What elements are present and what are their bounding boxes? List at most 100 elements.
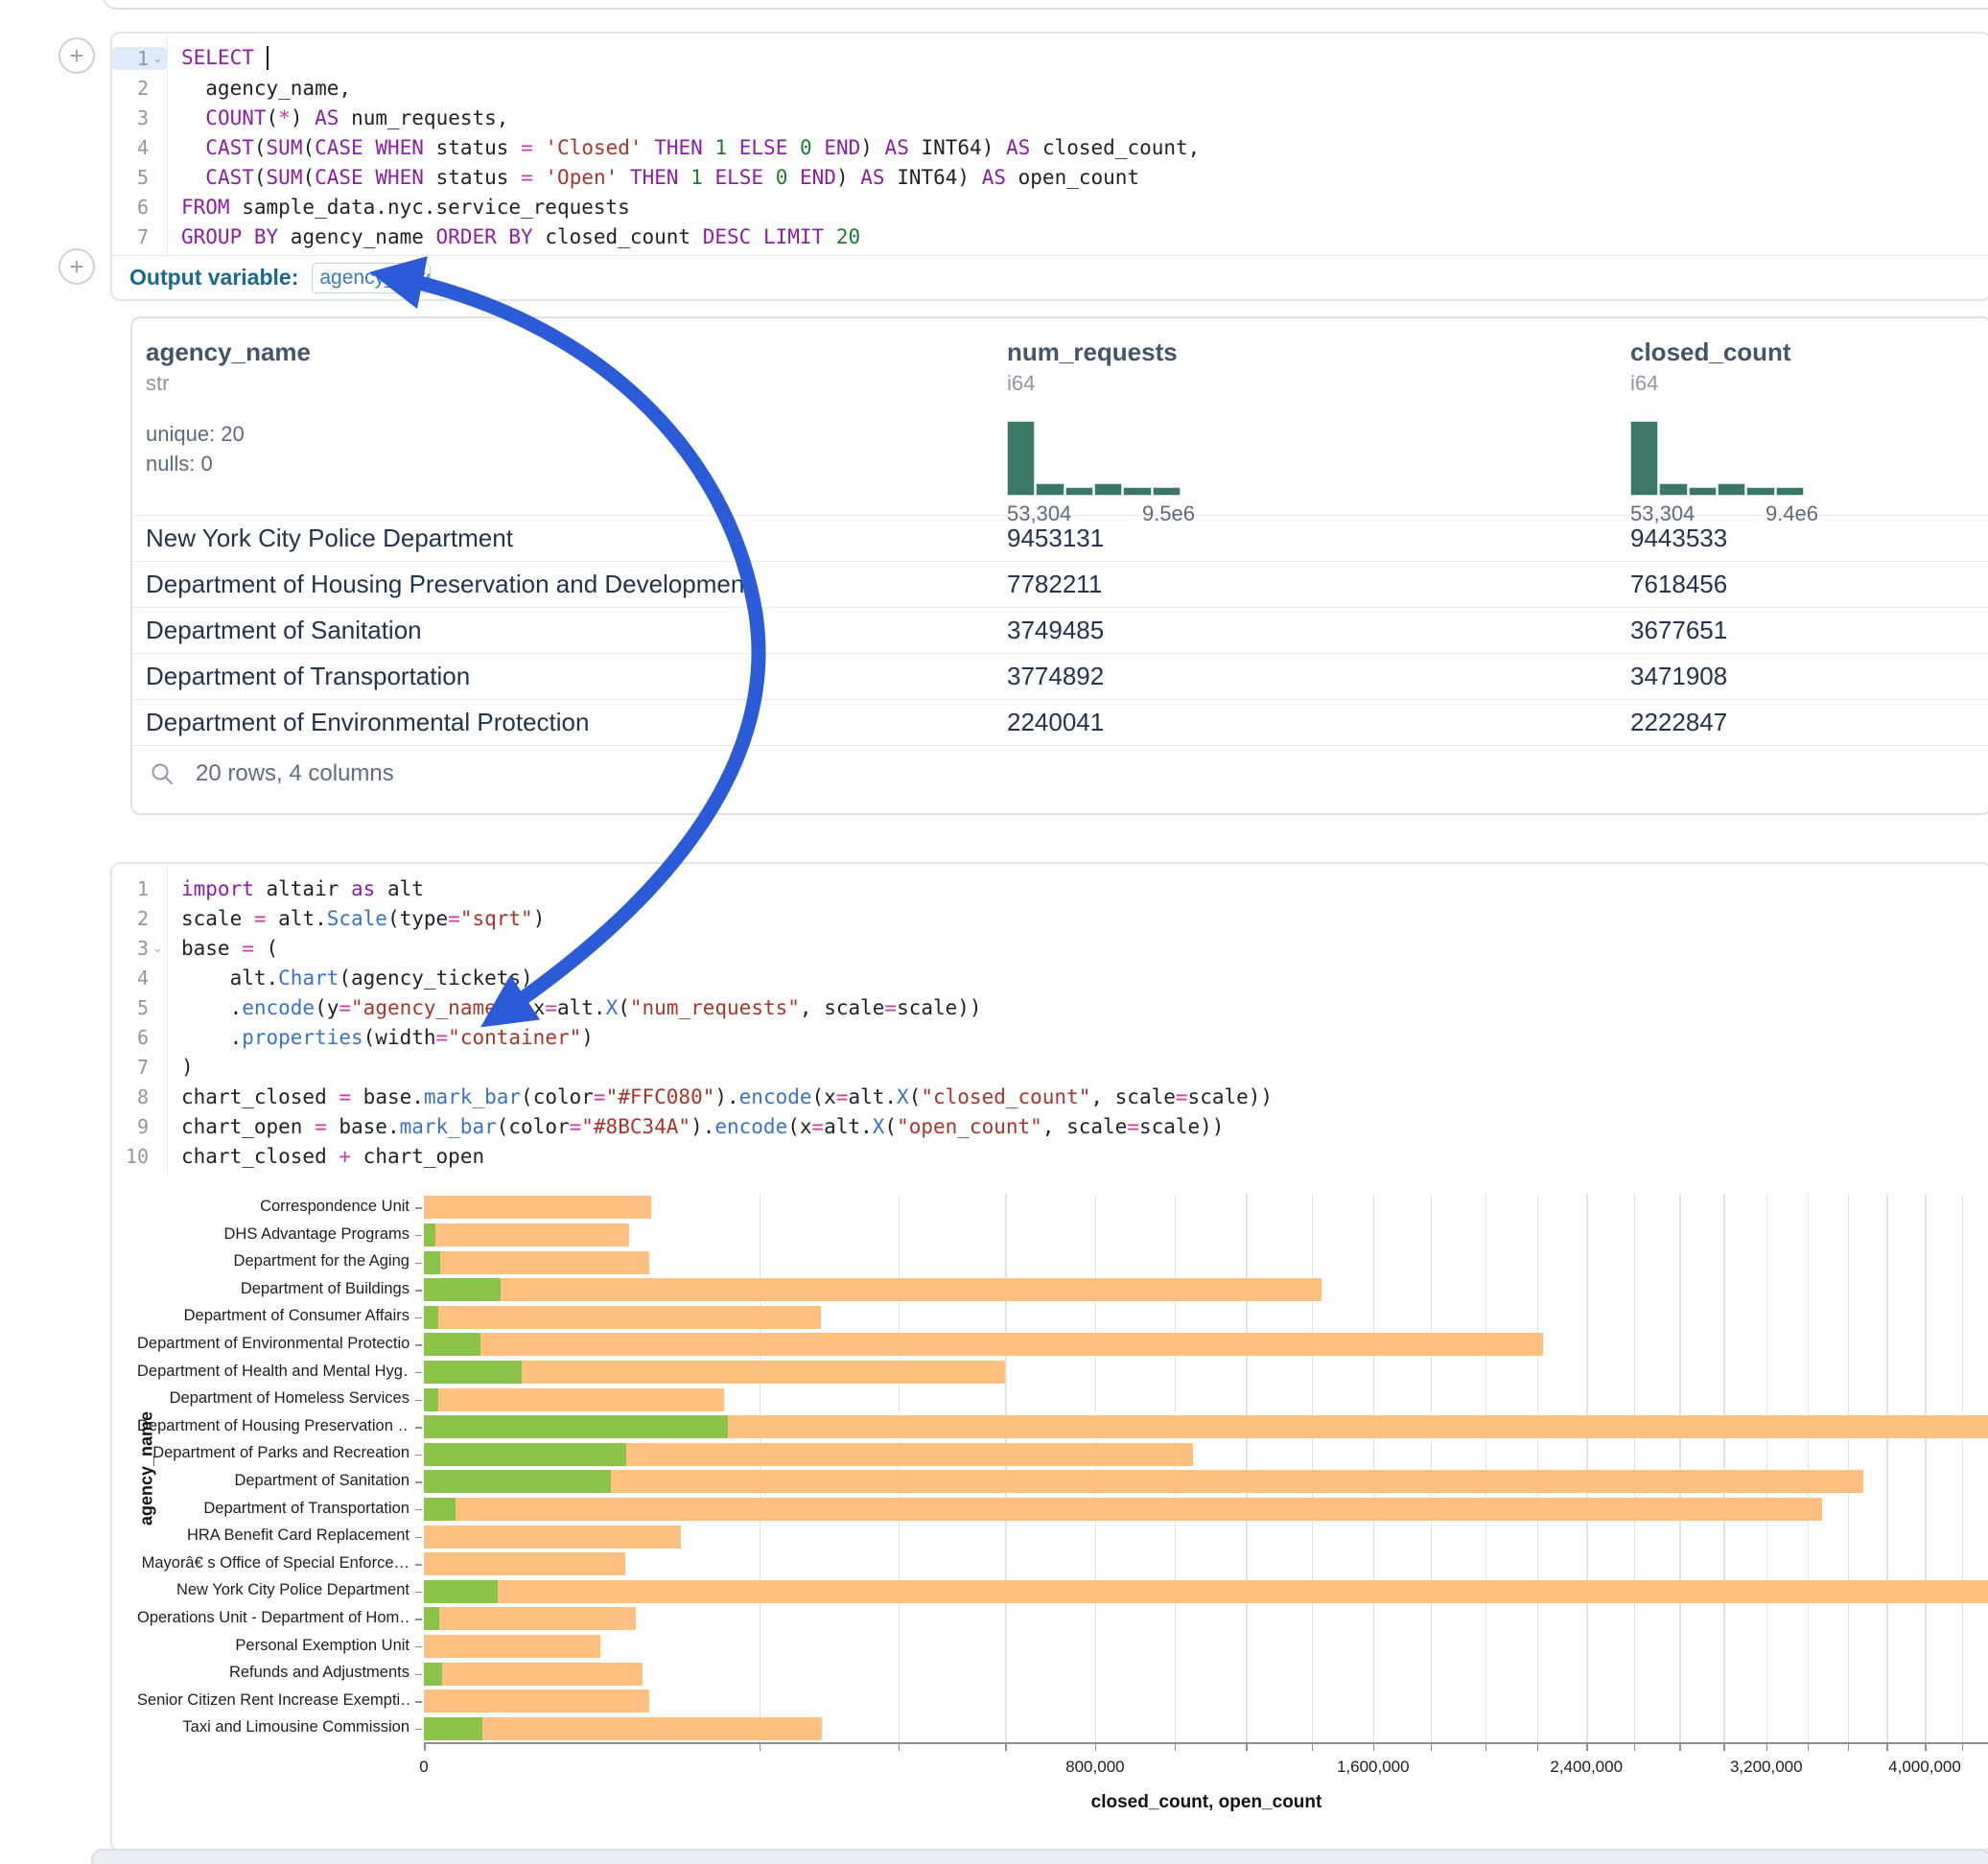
line-number: 4 <box>112 967 149 990</box>
code-token: SELECT <box>181 46 254 69</box>
code-token: FROM <box>181 196 230 219</box>
code-line[interactable]: 3⌄base = ( <box>112 933 1988 963</box>
code-token <box>824 225 836 248</box>
table-row[interactable]: Department of Transportation377489234719… <box>132 653 1988 699</box>
code-token: "num_requests" <box>630 996 800 1019</box>
line-number-gutter[interactable]: 5 <box>112 996 167 1019</box>
code-token: + <box>339 1145 351 1168</box>
add-cell-button-top[interactable]: + <box>58 37 95 74</box>
code-line[interactable]: 1import altair as alt <box>112 874 1988 903</box>
code-line[interactable]: 2scale = alt.Scale(type="sqrt") <box>112 903 1988 933</box>
y-axis-category-label: Department of Consumer Affairs <box>137 1307 409 1325</box>
code-text: alt.Chart(agency_tickets) <box>167 967 533 990</box>
collapsed-next-cell <box>91 1849 1988 1864</box>
code-line[interactable]: 7GROUP BY agency_name ORDER BY closed_co… <box>112 221 1988 251</box>
column-stats: unique: 20nulls: 0 <box>146 419 994 478</box>
line-number-gutter[interactable]: 2 <box>112 907 167 930</box>
code-line[interactable]: 5 CAST(SUM(CASE WHEN status = 'Open' THE… <box>112 162 1988 192</box>
bar-open-count <box>424 1717 482 1740</box>
column-header[interactable]: num_requestsi6453,3049.5e6 <box>994 338 1617 515</box>
gridline <box>760 1194 761 1742</box>
gridline <box>1095 1194 1097 1742</box>
x-axis-line <box>424 1742 1988 1744</box>
x-axis-tick <box>1485 1744 1487 1751</box>
table-cell: Department of Environmental Protection <box>132 708 994 737</box>
code-token: WHEN <box>375 166 424 189</box>
code-line[interactable]: 10chart_closed + chart_open <box>112 1141 1988 1171</box>
line-number-gutter[interactable]: 3⌄ <box>112 937 167 960</box>
column-header[interactable]: agency_namestrunique: 20nulls: 0 <box>132 338 994 515</box>
output-variable-pill[interactable]: agency_tickets <box>312 263 431 293</box>
code-line[interactable]: 8chart_closed = base.mark_bar(color="#FF… <box>112 1082 1988 1111</box>
line-number-gutter[interactable]: 6 <box>112 196 167 219</box>
code-line[interactable]: 2 agency_name, <box>112 73 1988 103</box>
line-number-gutter[interactable]: 1 <box>112 877 167 900</box>
table-row[interactable]: Department of Sanitation37494853677651 <box>132 607 1988 653</box>
table-row[interactable]: Department of Environmental Protection 22… <box>132 699 1988 745</box>
code-token: . <box>181 996 242 1019</box>
line-number-gutter[interactable]: 4 <box>112 967 167 990</box>
line-number-gutter[interactable]: 9 <box>112 1115 167 1138</box>
histogram-bar <box>1746 487 1774 496</box>
code-token <box>618 166 630 189</box>
line-number-gutter[interactable]: 3 <box>112 106 167 129</box>
bar-closed-count <box>424 1196 651 1219</box>
line-number-gutter[interactable]: 7 <box>112 225 167 248</box>
code-token: = <box>884 996 897 1019</box>
code-text: CAST(SUM(CASE WHEN status = 'Open' THEN … <box>167 166 1139 189</box>
sql-code-editor[interactable]: 1⌄ SELECT 2 agency_name,3 COUNT(*) AS num… <box>112 34 1988 257</box>
line-number-gutter[interactable]: 1⌄ <box>112 47 167 70</box>
gridline <box>1848 1194 1850 1742</box>
code-token: open_count <box>1006 166 1139 189</box>
fold-caret-icon[interactable]: ⌄ <box>149 51 167 66</box>
code-token: DESC <box>703 225 752 248</box>
histogram-bar <box>1123 487 1151 496</box>
code-token: = <box>242 937 254 960</box>
code-line[interactable]: 3 COUNT(*) AS num_requests, <box>112 103 1988 132</box>
y-axis-tick <box>415 1207 422 1209</box>
code-line[interactable]: 4 CAST(SUM(CASE WHEN status = 'Closed' T… <box>112 132 1988 162</box>
y-axis-category-label: Operations Unit - Department of Hom… <box>137 1609 409 1627</box>
code-token: (x <box>812 1085 836 1108</box>
table-cell: 2222847 <box>1617 708 1988 737</box>
bar-closed-count <box>424 1278 1321 1301</box>
code-token: 20 <box>836 225 860 248</box>
line-number: 6 <box>112 1026 149 1049</box>
line-number-gutter[interactable]: 6 <box>112 1026 167 1049</box>
code-line[interactable]: 6 .properties(width="container") <box>112 1022 1988 1052</box>
column-name: num_requests <box>1007 338 1617 367</box>
code-token: scale)) <box>1188 1085 1274 1108</box>
code-token: "closed_count" <box>921 1085 1090 1108</box>
code-line[interactable]: 7) <box>112 1052 1988 1082</box>
search-icon[interactable] <box>150 761 175 786</box>
bar-closed-count <box>424 1306 821 1329</box>
x-axis-tick <box>899 1744 900 1751</box>
line-number-gutter[interactable]: 8 <box>112 1085 167 1108</box>
histogram-bar <box>1065 487 1093 496</box>
gutter-divider <box>167 864 168 1177</box>
python-code-editor[interactable]: 1import altair as alt2scale = alt.Scale(… <box>112 864 1988 1177</box>
code-token <box>363 136 376 159</box>
code-line[interactable]: 4 alt.Chart(agency_tickets) <box>112 963 1988 992</box>
code-line[interactable]: 9chart_open = base.mark_bar(color="#8BC3… <box>112 1111 1988 1141</box>
column-header[interactable]: closed_counti6453,3049.4e6 <box>1617 338 1988 515</box>
line-number-gutter[interactable]: 5 <box>112 166 167 189</box>
line-number-gutter[interactable]: 2 <box>112 77 167 100</box>
code-token: INT64) <box>909 136 1006 159</box>
table-row[interactable]: Department of Housing Preservation and D… <box>132 561 1988 607</box>
altair-chart-output: Correspondence UnitDHS Advantage Program… <box>129 1194 1988 1864</box>
row-count-label: 20 rows, 4 columns <box>196 760 394 787</box>
column-histogram <box>1007 421 1181 496</box>
line-number-gutter[interactable]: 10 <box>112 1145 167 1168</box>
code-token: SUM <box>267 166 303 189</box>
add-cell-button-output[interactable]: + <box>58 248 95 285</box>
code-line[interactable]: 5 .encode(y="agency_name", x=alt.X("num_… <box>112 992 1988 1022</box>
line-number-gutter[interactable]: 7 <box>112 1056 167 1079</box>
line-number-gutter[interactable]: 4 <box>112 136 167 159</box>
code-token <box>254 46 267 69</box>
code-line[interactable]: 1⌄ SELECT <box>112 43 1988 73</box>
code-line[interactable]: 6FROM sample_data.nyc.service_requests <box>112 192 1988 221</box>
code-token <box>787 136 800 159</box>
fold-caret-icon[interactable]: ⌄ <box>149 941 167 956</box>
code-token: scale <box>181 907 254 930</box>
